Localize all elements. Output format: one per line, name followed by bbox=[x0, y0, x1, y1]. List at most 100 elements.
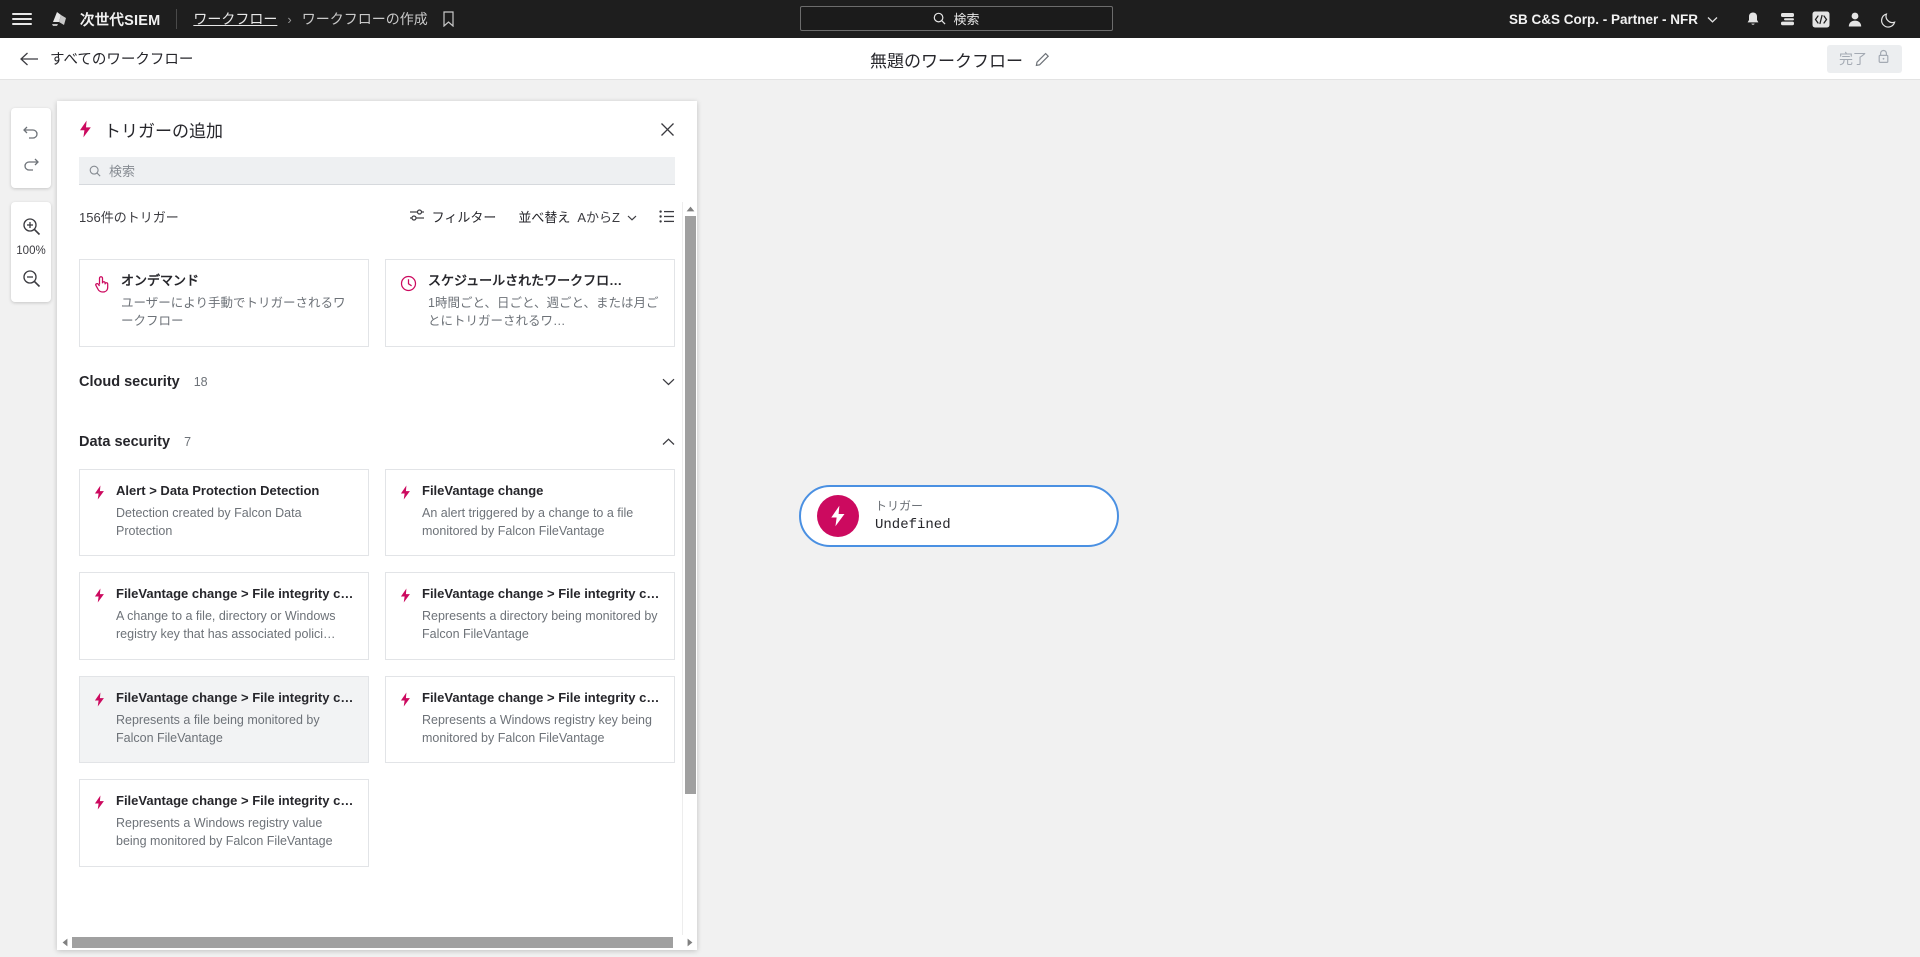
trigger-card-selected[interactable]: FileVantage change > File integrity c… R… bbox=[79, 675, 369, 763]
breadcrumb-current: ワークフローの作成 bbox=[301, 11, 428, 27]
panel-header: トリガーの追加 bbox=[57, 101, 697, 157]
clock-icon bbox=[400, 273, 417, 331]
trigger-list-scroll-area[interactable]: オンデマンド ユーザーにより手動でトリガーされるワークフロー スケジュールされた… bbox=[57, 249, 697, 914]
trigger-card-title: FileVantage change > File integrity c… bbox=[422, 586, 660, 601]
redo-icon[interactable] bbox=[14, 148, 48, 180]
trigger-count-label: 156件のトリガー bbox=[79, 209, 179, 225]
trigger-card[interactable]: FileVantage change > File integrity c… R… bbox=[385, 572, 675, 660]
top-trigger-cards: オンデマンド ユーザーにより手動でトリガーされるワークフロー スケジュールされた… bbox=[57, 249, 697, 347]
close-icon[interactable] bbox=[660, 122, 675, 137]
trigger-card[interactable]: FileVantage change > File integrity c… R… bbox=[79, 779, 369, 867]
vertical-scroll-thumb[interactable] bbox=[685, 216, 696, 794]
breadcrumb-separator: › bbox=[287, 11, 292, 27]
global-search-input[interactable]: 検索 bbox=[800, 6, 1113, 31]
lightning-bolt-icon bbox=[400, 586, 411, 644]
chevron-up-icon[interactable] bbox=[662, 437, 675, 446]
chevron-down-icon[interactable] bbox=[662, 378, 675, 386]
undo-icon[interactable] bbox=[14, 116, 48, 148]
all-workflows-link[interactable]: すべてのワークフロー bbox=[50, 48, 193, 69]
section-title: Cloud security bbox=[79, 373, 180, 390]
bookmark-icon[interactable] bbox=[442, 11, 455, 27]
trigger-search-input[interactable]: 検索 bbox=[79, 157, 675, 185]
nav-divider bbox=[176, 9, 178, 29]
account-chevron-down-icon[interactable] bbox=[1707, 16, 1718, 23]
trigger-card-title: スケジュールされたワークフロ… bbox=[428, 273, 623, 288]
zoom-level-label: 100% bbox=[16, 245, 46, 257]
trigger-card-desc: An alert triggered by a change to a file… bbox=[422, 505, 634, 538]
trigger-card-title: FileVantage change > File integrity c… bbox=[116, 586, 354, 601]
bell-icon[interactable] bbox=[1736, 0, 1770, 38]
trigger-card-title: FileVantage change bbox=[422, 482, 544, 498]
lightning-bolt-icon bbox=[94, 586, 105, 644]
list-view-icon[interactable] bbox=[659, 209, 675, 223]
lightning-bolt-icon bbox=[400, 690, 411, 748]
section-title: Data security bbox=[79, 433, 171, 450]
scroll-up-arrow-icon[interactable] bbox=[683, 202, 697, 216]
panel-title: トリガーの追加 bbox=[104, 121, 223, 141]
trigger-card[interactable]: FileVantage change > File integrity c… R… bbox=[385, 675, 675, 763]
trigger-card-title: Alert > Data Protection Detection bbox=[116, 482, 320, 498]
scroll-left-arrow-icon[interactable] bbox=[57, 935, 72, 950]
trigger-card-desc: A change to a file, directory or Windows… bbox=[116, 609, 336, 642]
lightning-bolt-icon bbox=[94, 793, 105, 851]
search-icon bbox=[89, 165, 101, 177]
page-title: 無題のワークフロー bbox=[870, 51, 1023, 71]
history-toolbar bbox=[11, 108, 51, 188]
arrow-left-icon[interactable] bbox=[16, 46, 42, 72]
global-search-placeholder: 検索 bbox=[953, 12, 980, 27]
data-security-trigger-cards: Alert > Data Protection Detection Detect… bbox=[57, 467, 697, 867]
trigger-card-desc: Represents a Windows registry value bein… bbox=[116, 816, 333, 849]
lightning-bolt-icon bbox=[94, 690, 105, 748]
lightning-bolt-icon bbox=[79, 120, 92, 138]
code-icon[interactable] bbox=[1804, 0, 1838, 38]
lock-icon bbox=[1877, 49, 1890, 69]
trigger-card[interactable]: FileVantage change An alert triggered by… bbox=[385, 468, 675, 556]
brand-name: 次世代SIEM bbox=[80, 12, 161, 29]
layers-icon[interactable] bbox=[1770, 0, 1804, 38]
hamburger-menu-icon[interactable] bbox=[0, 0, 44, 38]
hand-pointer-icon bbox=[94, 273, 110, 331]
pencil-icon[interactable] bbox=[1035, 52, 1050, 67]
top-navigation-bar: 次世代SIEM ワークフロー › ワークフローの作成 検索 SB C&S Cor… bbox=[0, 0, 1920, 38]
horizontal-scroll-track[interactable] bbox=[72, 935, 682, 950]
done-button[interactable]: 完了 bbox=[1827, 45, 1902, 73]
vertical-scroll-track[interactable] bbox=[683, 216, 697, 950]
panel-filter-bar: 156件のトリガー フィルター 並べ替え AからZ bbox=[57, 193, 697, 239]
moon-icon[interactable] bbox=[1872, 0, 1906, 38]
account-selector-label[interactable]: SB C&S Corp. - Partner - NFR bbox=[1509, 12, 1698, 27]
horizontal-scroll-thumb[interactable] bbox=[72, 937, 673, 948]
trigger-node[interactable]: トリガー Undefined bbox=[799, 485, 1119, 547]
filter-sliders-icon bbox=[409, 208, 425, 225]
workflow-title-group: 無題のワークフロー bbox=[0, 38, 1920, 80]
workflow-sub-toolbar: すべてのワークフロー 無題のワークフロー 完了 bbox=[0, 38, 1920, 80]
trigger-node-value: Undefined bbox=[875, 517, 951, 534]
section-header-cloud-security[interactable]: Cloud security 18 bbox=[57, 357, 697, 407]
trigger-card[interactable]: Alert > Data Protection Detection Detect… bbox=[79, 468, 369, 556]
done-button-label: 完了 bbox=[1839, 51, 1867, 67]
falcon-logo-icon bbox=[46, 0, 74, 38]
trigger-card-desc: Represents a directory being monitored b… bbox=[422, 609, 658, 642]
filter-button[interactable]: フィルター bbox=[409, 207, 496, 226]
lightning-bolt-icon bbox=[817, 495, 859, 537]
trigger-card-desc: ユーザーにより手動でトリガーされるワークフロー bbox=[121, 296, 346, 329]
trigger-card-scheduled[interactable]: スケジュールされたワークフロ… 1時間ごと、日ごと、週ごと、または月ごとにトリガ… bbox=[385, 259, 675, 347]
trigger-card-title: FileVantage change > File integrity c… bbox=[116, 689, 354, 705]
zoom-in-icon[interactable] bbox=[14, 210, 48, 242]
panel-horizontal-scrollbar[interactable] bbox=[57, 935, 697, 950]
section-count: 18 bbox=[193, 374, 208, 389]
user-icon[interactable] bbox=[1838, 0, 1872, 38]
trigger-search-placeholder: 検索 bbox=[109, 164, 136, 179]
panel-vertical-scrollbar[interactable] bbox=[682, 202, 697, 950]
section-header-data-security[interactable]: Data security 7 bbox=[57, 417, 697, 467]
breadcrumb-workflow-link[interactable]: ワークフロー bbox=[193, 9, 277, 29]
trigger-card-on-demand[interactable]: オンデマンド ユーザーにより手動でトリガーされるワークフロー bbox=[79, 259, 369, 347]
chevron-down-icon bbox=[627, 209, 637, 224]
zoom-out-icon[interactable] bbox=[14, 262, 48, 294]
workflow-canvas[interactable]: トリガー Undefined bbox=[712, 81, 1920, 957]
sort-dropdown[interactable]: 並べ替え AからZ bbox=[518, 207, 637, 226]
section-count: 7 bbox=[184, 434, 192, 449]
search-icon bbox=[934, 12, 946, 25]
top-right-actions: SB C&S Corp. - Partner - NFR bbox=[1509, 0, 1906, 38]
scroll-right-arrow-icon[interactable] bbox=[682, 935, 697, 950]
trigger-card[interactable]: FileVantage change > File integrity c… A… bbox=[79, 572, 369, 660]
